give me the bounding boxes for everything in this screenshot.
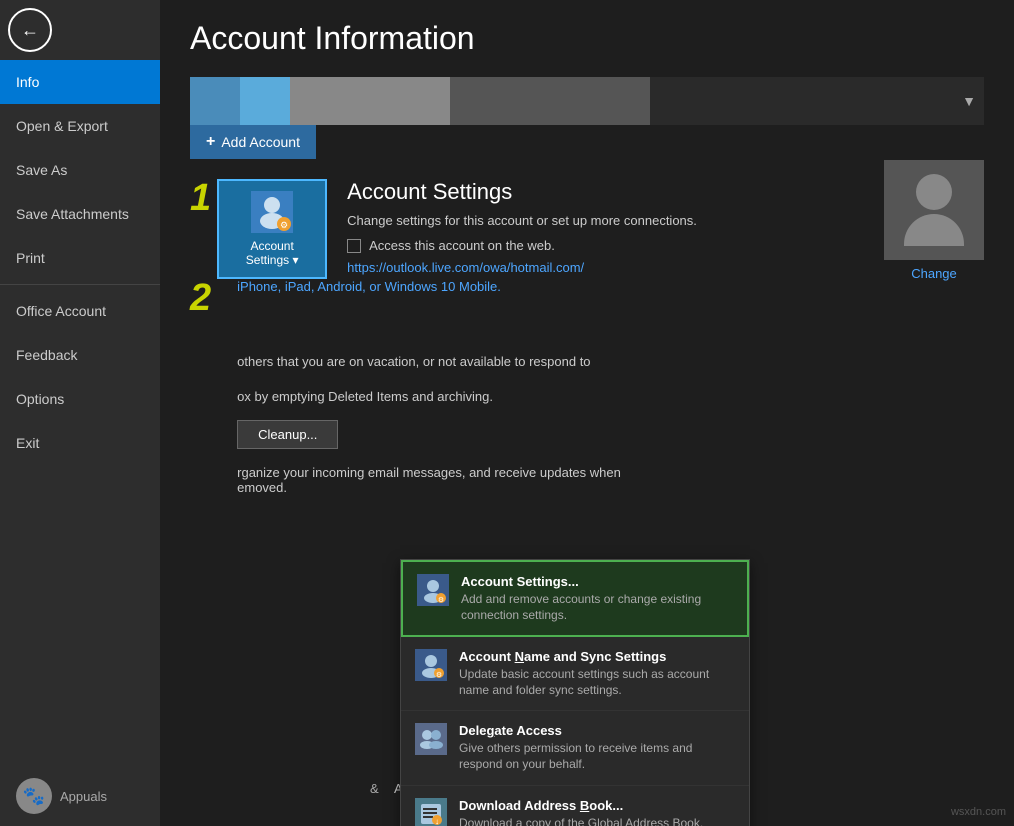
sidebar-item-open-export[interactable]: Open & Export [0,104,160,148]
plus-icon: + [206,133,215,151]
sidebar: ← Info Open & Export Save As Save Attach… [0,0,160,826]
sidebar-item-exit[interactable]: Exit [0,421,160,465]
name-sync-icon: ⚙ [415,649,447,681]
account-settings-menu-icon: ⚙ [417,574,449,606]
avatar-person [904,174,964,246]
delegate-desc: Give others permission to receive items … [459,741,735,772]
book-icon: ↓ [417,800,445,826]
svg-text:⚙: ⚙ [438,596,444,604]
sidebar-item-save-attachments[interactable]: Save Attachments [0,192,160,236]
logo-text: Appuals [60,789,107,804]
sidebar-item-label: Exit [16,435,39,451]
avatar-box [884,160,984,260]
account-bar-rest: ▼ [650,93,984,109]
rules-text2: emoved. [237,480,984,495]
sidebar-item-label: Save Attachments [16,206,129,222]
cleanup-desc: ox by emptying Deleted Items and archivi… [237,389,984,404]
step1-number: 1 [190,179,211,217]
name-sync-title: Account Name and Sync Settings [459,649,735,664]
web-access-label: Access this account on the web. [369,238,555,253]
account-settings-button[interactable]: ⚙ AccountSettings ▾ [217,179,327,279]
outlook-link[interactable]: https://outlook.live.com/owa/hotmail.com… [347,260,584,275]
sidebar-item-label: Office Account [16,303,106,319]
svg-text:↓: ↓ [435,817,439,826]
person-gear-icon2: ⚙ [417,651,445,679]
sidebar-item-label: Info [16,74,39,90]
avatar-section: Change [884,160,984,281]
page-title: Account Information [190,20,984,57]
sidebar-item-print[interactable]: Print [0,236,160,280]
delegate-title: Delegate Access [459,723,735,738]
back-button[interactable]: ← [0,0,60,60]
sidebar-item-options[interactable]: Options [0,377,160,421]
account-settings-menu-title: Account Settings... [461,574,733,589]
step2-number: 2 [190,279,211,317]
watermark: wsxdn.com [951,806,1006,818]
account-selector-bar[interactable]: ▼ [190,77,984,125]
color-seg3 [290,77,450,125]
delegate-content: Delegate Access Give others permission t… [459,723,735,772]
svg-text:⚙: ⚙ [280,220,288,230]
rules-section: rganize your incoming email messages, an… [237,465,984,495]
sidebar-item-save-as[interactable]: Save As [0,148,160,192]
address-book-title: Download Address Book... [459,798,703,813]
dropdown-arrow-icon: ▼ [962,93,976,109]
sidebar-item-label: Feedback [16,347,77,363]
sidebar-item-label: Save As [16,162,67,178]
cleanup-button[interactable]: Cleanup... [237,420,338,449]
account-color-strip [190,77,650,125]
sidebar-item-label: Open & Export [16,118,108,134]
name-sync-desc: Update basic account settings such as ac… [459,667,735,698]
automatic-replies-section: others that you are on vacation, or not … [237,354,984,369]
auto-replies-text: others that you are on vacation, or not … [237,354,984,369]
right-content-area: iPhone, iPad, Android, or Windows 10 Mob… [217,279,984,495]
color-seg4 [450,77,650,125]
address-book-content: Download Address Book... Download a copy… [459,798,703,826]
avatar-head [916,174,952,210]
color-seg1 [190,77,240,125]
add-account-label: Add Account [221,134,300,150]
sidebar-item-label: Print [16,250,45,266]
sidebar-nav: Info Open & Export Save As Save Attachme… [0,60,160,766]
account-settings-icon: ⚙ [251,191,293,233]
svg-text:⚙: ⚙ [436,671,442,679]
account-settings-menu-desc: Add and remove accounts or change existi… [461,592,733,623]
account-settings-btn-label: AccountSettings ▾ [246,239,299,268]
sidebar-item-office-account[interactable]: Office Account [0,289,160,333]
delegate-icon [415,723,447,755]
back-arrow-icon: ← [8,8,52,52]
name-sync-content: Account Name and Sync Settings Update ba… [459,649,735,698]
add-account-button[interactable]: + Add Account [190,125,316,159]
web-access-checkbox[interactable] [347,239,361,253]
person-gear-icon: ⚙ [419,576,447,604]
sidebar-item-info[interactable]: Info [0,60,160,104]
rules-text1: rganize your incoming email messages, an… [237,465,984,480]
alerts-icon: & [370,780,386,796]
address-book-icon: ↓ [415,798,447,826]
menu-item-name-sync[interactable]: ⚙ Account Name and Sync Settings Update … [401,637,749,711]
svg-text:&: & [370,781,379,796]
cleanup-section: ox by emptying Deleted Items and archivi… [237,389,984,449]
account-settings-menu-content: Account Settings... Add and remove accou… [461,574,733,623]
logo-icon: 🐾 [16,778,52,814]
dropdown-menu: ⚙ Account Settings... Add and remove acc… [400,559,750,826]
persons-icon [417,725,445,753]
mobile-link[interactable]: iPhone, iPad, Android, or Windows 10 Mob… [237,279,984,294]
color-seg2 [240,77,290,125]
sidebar-item-feedback[interactable]: Feedback [0,333,160,377]
sidebar-item-label: Options [16,391,64,407]
account-settings-icon-box: ⚙ [251,191,293,233]
sidebar-divider [0,284,160,285]
menu-item-account-settings[interactable]: ⚙ Account Settings... Add and remove acc… [401,560,749,637]
address-book-desc: Download a copy of the Global Address Bo… [459,816,703,826]
menu-item-address-book[interactable]: ↓ Download Address Book... Download a co… [401,786,749,826]
avatar-body [904,214,964,246]
main-content: Account Information ▼ + Add Account 1 [160,0,1014,826]
menu-item-delegate[interactable]: Delegate Access Give others permission t… [401,711,749,785]
app-logo: 🐾 Appuals [0,766,160,826]
